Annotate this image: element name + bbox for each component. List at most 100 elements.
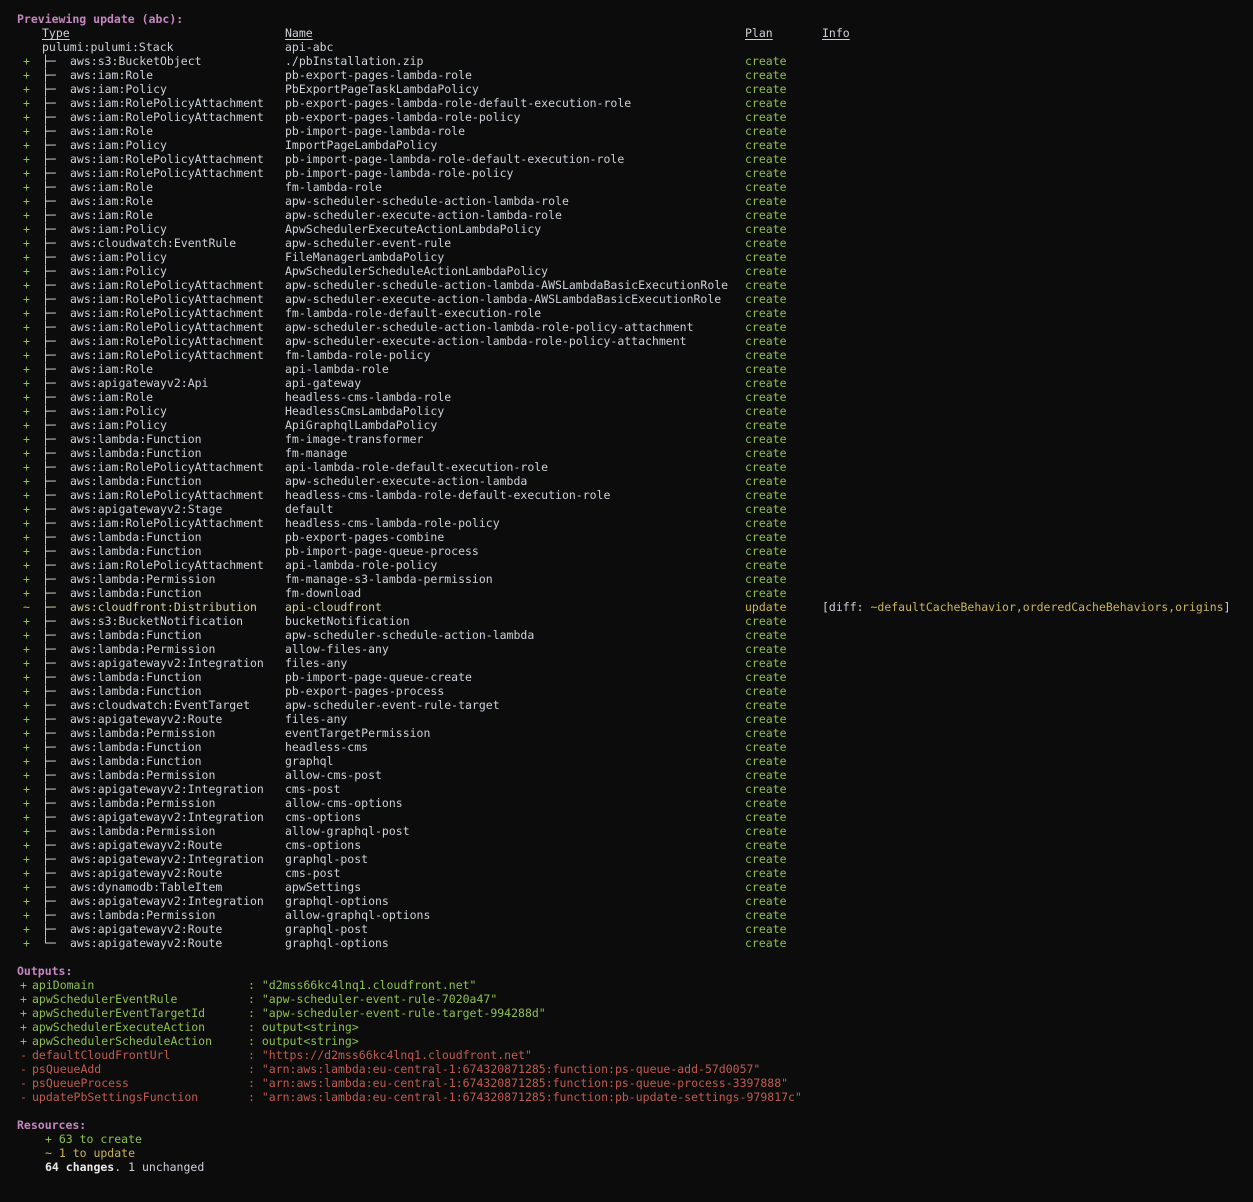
summary-text: ~ 1 to update xyxy=(45,1146,135,1160)
output-rows: + apiDomain : "d2mss66kc4lnq1.cloudfront… xyxy=(0,978,1253,1104)
output-key: updatePbSettingsFunction xyxy=(32,1090,198,1104)
resource-name: apw-scheduler-event-rule xyxy=(285,236,451,250)
resource-plan: create xyxy=(745,670,787,684)
resource-name: cms-options xyxy=(285,810,361,824)
resource-row: + ├─ aws:iam:RolePolicyAttachment pb-exp… xyxy=(0,96,1253,110)
op-glyph: + xyxy=(23,908,30,922)
resource-row: + ├─ aws:apigatewayv2:Route cms-post cre… xyxy=(0,866,1253,880)
resource-row: + ├─ aws:iam:RolePolicyAttachment fm-lam… xyxy=(0,348,1253,362)
output-op-glyph: + xyxy=(20,992,27,1006)
op-glyph: + xyxy=(23,726,30,740)
resource-plan: create xyxy=(745,194,787,208)
resource-row: + ├─ aws:cloudwatch:EventTarget apw-sche… xyxy=(0,698,1253,712)
resource-type: aws:iam:RolePolicyAttachment xyxy=(70,488,264,502)
resource-plan: create xyxy=(745,488,787,502)
summary-row: + 63 to create xyxy=(0,1132,1253,1146)
output-key: apwSchedulerEventRule xyxy=(32,992,177,1006)
tree-glyph: ├─ xyxy=(42,320,56,334)
op-glyph: + xyxy=(23,124,30,138)
output-value: : "arn:aws:lambda:eu-central-1:674320871… xyxy=(248,1090,802,1104)
resource-plan: create xyxy=(745,838,787,852)
diff-info-part: ] xyxy=(1224,600,1231,614)
output-value: : output<string> xyxy=(248,1034,359,1048)
tree-glyph: ├─ xyxy=(42,194,56,208)
resource-plan: create xyxy=(745,152,787,166)
resource-type: aws:iam:Policy xyxy=(70,404,167,418)
resource-plan: create xyxy=(745,334,787,348)
resource-type: aws:cloudwatch:EventRule xyxy=(70,236,236,250)
resource-row: + ├─ aws:iam:Policy FileManagerLambdaPol… xyxy=(0,250,1253,264)
resource-name: apwSettings xyxy=(285,880,361,894)
tree-glyph: ├─ xyxy=(42,740,56,754)
resource-type: aws:iam:RolePolicyAttachment xyxy=(70,516,264,530)
resource-row: + ├─ aws:iam:RolePolicyAttachment api-la… xyxy=(0,558,1253,572)
op-glyph: + xyxy=(23,306,30,320)
op-glyph: + xyxy=(23,250,30,264)
resource-type: aws:lambda:Function xyxy=(70,670,202,684)
resource-type: aws:apigatewayv2:Integration xyxy=(70,782,264,796)
resource-type: aws:lambda:Function xyxy=(70,684,202,698)
resource-plan: create xyxy=(745,124,787,138)
tree-glyph: ├─ xyxy=(42,810,56,824)
resource-row: + ├─ aws:lambda:Function graphql create xyxy=(0,754,1253,768)
output-op-glyph: - xyxy=(20,1076,27,1090)
resource-plan: create xyxy=(745,908,787,922)
resource-name: bucketNotification xyxy=(285,614,410,628)
tree-glyph: ├─ xyxy=(42,572,56,586)
resource-type: aws:iam:Role xyxy=(70,180,153,194)
op-glyph: + xyxy=(23,236,30,250)
op-glyph: + xyxy=(23,362,30,376)
changes-summary: 64 changes. 1 unchanged xyxy=(45,1160,204,1174)
resource-plan: create xyxy=(745,446,787,460)
resource-plan: create xyxy=(745,726,787,740)
op-glyph: + xyxy=(23,586,30,600)
resource-type: aws:apigatewayv2:Route xyxy=(70,866,222,880)
resource-plan: create xyxy=(745,740,787,754)
tree-glyph: └─ xyxy=(42,936,56,950)
header-name: Name xyxy=(285,26,313,40)
resource-row: + ├─ aws:iam:RolePolicyAttachment apw-sc… xyxy=(0,292,1253,306)
resource-type: aws:iam:Role xyxy=(70,362,153,376)
output-value: : "arn:aws:lambda:eu-central-1:674320871… xyxy=(248,1062,760,1076)
tree-glyph: ├─ xyxy=(42,614,56,628)
op-glyph: + xyxy=(23,376,30,390)
op-glyph: + xyxy=(23,684,30,698)
resource-name: apw-scheduler-execute-action-lambda xyxy=(285,474,527,488)
resource-plan: create xyxy=(745,68,787,82)
resource-name: pb-import-page-queue-create xyxy=(285,670,472,684)
resource-info: [diff: ~defaultCacheBehavior,orderedCach… xyxy=(822,600,1231,614)
resource-plan: create xyxy=(745,138,787,152)
resource-type: aws:iam:Policy xyxy=(70,138,167,152)
tree-glyph: ├─ xyxy=(42,866,56,880)
resource-plan: create xyxy=(745,362,787,376)
resource-name: apw-scheduler-execute-action-lambda-role… xyxy=(285,334,687,348)
output-op-glyph: + xyxy=(20,1006,27,1020)
output-op-glyph: - xyxy=(20,1062,27,1076)
resource-row: + ├─ aws:iam:Role pb-import-page-lambda-… xyxy=(0,124,1253,138)
resource-type: aws:cloudwatch:EventTarget xyxy=(70,698,250,712)
resource-plan: create xyxy=(745,516,787,530)
resource-plan: create xyxy=(745,208,787,222)
resource-row: + ├─ aws:apigatewayv2:Integration cms-po… xyxy=(0,782,1253,796)
resource-type: aws:lambda:Function xyxy=(70,586,202,600)
op-glyph: + xyxy=(23,166,30,180)
resource-type: aws:s3:BucketObject xyxy=(70,54,202,68)
resource-type: aws:lambda:Function xyxy=(70,432,202,446)
resource-row: + ├─ aws:iam:RolePolicyAttachment pb-exp… xyxy=(0,110,1253,124)
tree-glyph: ├─ xyxy=(42,838,56,852)
tree-glyph: ├─ xyxy=(42,530,56,544)
resource-row: + ├─ aws:iam:Role apw-scheduler-schedule… xyxy=(0,194,1253,208)
resource-row: + ├─ aws:iam:RolePolicyAttachment headle… xyxy=(0,488,1253,502)
tree-glyph: ├─ xyxy=(42,684,56,698)
resource-type: aws:lambda:Permission xyxy=(70,908,215,922)
resource-name: fm-manage-s3-lambda-permission xyxy=(285,572,493,586)
resource-type: aws:iam:Role xyxy=(70,124,153,138)
resource-type: aws:iam:Policy xyxy=(70,82,167,96)
resource-row: + ├─ aws:lambda:Permission allow-cms-pos… xyxy=(0,768,1253,782)
resource-name: headless-cms-lambda-role-default-executi… xyxy=(285,488,610,502)
resource-row: + ├─ aws:iam:Policy ApwSchedulerSchedule… xyxy=(0,264,1253,278)
resource-plan: create xyxy=(745,754,787,768)
resource-plan: create xyxy=(745,544,787,558)
resource-name: pb-import-page-queue-process xyxy=(285,544,479,558)
resource-plan: create xyxy=(745,166,787,180)
